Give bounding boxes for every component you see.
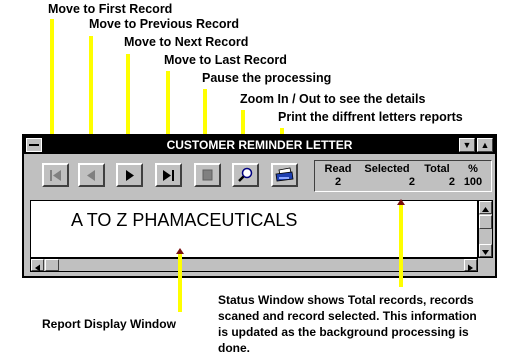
callout-zoom: Zoom In / Out to see the details bbox=[240, 92, 426, 106]
system-menu-icon[interactable] bbox=[26, 138, 42, 152]
status-total: Total 2 bbox=[419, 163, 455, 189]
up-arrow-icon bbox=[482, 207, 489, 212]
print-button[interactable] bbox=[271, 163, 298, 187]
first-record-button[interactable] bbox=[42, 163, 69, 187]
pause-button[interactable] bbox=[194, 163, 221, 187]
skip-last-icon bbox=[163, 170, 174, 181]
callout-next-record: Move to Next Record bbox=[124, 35, 249, 49]
printer-icon bbox=[275, 167, 294, 182]
scroll-down-button[interactable] bbox=[479, 244, 492, 257]
next-icon bbox=[126, 170, 134, 181]
status-description-line-3: is updated as the background processing … bbox=[218, 325, 469, 339]
scroll-right-button[interactable] bbox=[464, 259, 477, 272]
scroll-left-button[interactable] bbox=[31, 259, 44, 272]
status-total-value: 2 bbox=[448, 176, 455, 188]
status-window-description: Status Window shows Total records, recor… bbox=[218, 292, 477, 356]
callout-first-record: Move to First Record bbox=[48, 2, 173, 16]
callout-previous-record: Move to Previous Record bbox=[89, 17, 240, 31]
callout-line-status bbox=[399, 205, 403, 287]
navigation-toolbar bbox=[28, 158, 309, 194]
status-total-label: Total bbox=[424, 163, 450, 175]
status-read-value: 2 bbox=[334, 176, 342, 188]
status-description-line-2: scaned and record selected. This informa… bbox=[218, 309, 477, 323]
stop-icon bbox=[202, 169, 213, 181]
callout-print: Print the diffrent letters reports bbox=[278, 110, 463, 124]
callout-line-report bbox=[178, 254, 182, 312]
magnifier-icon bbox=[238, 167, 253, 182]
status-selected-label: Selected bbox=[364, 163, 410, 175]
status-window: Read 2 Selected 2 Total 2 % 100 bbox=[314, 160, 492, 192]
report-display: A TO Z PHAMACEUTICALS bbox=[30, 200, 478, 258]
status-description-line-4: done. bbox=[218, 341, 250, 355]
window-title: CUSTOMER REMINDER LETTER bbox=[166, 138, 353, 152]
status-percent-label: % bbox=[468, 163, 478, 175]
callout-last-record: Move to Last Record bbox=[164, 53, 287, 67]
status-description-line-1: Status Window shows Total records, recor… bbox=[218, 293, 474, 307]
report-window-label: Report Display Window bbox=[42, 317, 176, 331]
vertical-scroll-thumb[interactable] bbox=[479, 215, 492, 229]
previous-icon bbox=[87, 170, 95, 181]
zoom-button[interactable] bbox=[232, 163, 259, 187]
status-selected-value: 2 bbox=[408, 176, 415, 188]
horizontal-scroll-thumb[interactable] bbox=[45, 259, 59, 271]
minimize-button[interactable]: ▼ bbox=[459, 138, 475, 152]
right-arrow-icon bbox=[468, 264, 473, 272]
skip-first-icon bbox=[50, 170, 61, 181]
horizontal-scrollbar[interactable] bbox=[30, 258, 478, 272]
report-heading: A TO Z PHAMACEUTICALS bbox=[71, 210, 298, 230]
left-arrow-icon bbox=[35, 264, 40, 272]
scroll-corner bbox=[478, 258, 493, 272]
customer-reminder-window: CUSTOMER REMINDER LETTER ▼ ▲ Read 2 Sele… bbox=[22, 134, 497, 278]
last-record-button[interactable] bbox=[155, 163, 182, 187]
scroll-up-button[interactable] bbox=[479, 201, 492, 214]
status-read: Read 2 bbox=[321, 163, 355, 189]
title-bar: CUSTOMER REMINDER LETTER ▼ ▲ bbox=[24, 136, 495, 154]
maximize-button[interactable]: ▲ bbox=[477, 138, 493, 152]
status-percent: % 100 bbox=[459, 163, 487, 189]
callout-pause: Pause the processing bbox=[202, 71, 332, 85]
status-read-label: Read bbox=[324, 163, 352, 175]
status-percent-value: 100 bbox=[463, 176, 483, 188]
vertical-scrollbar[interactable] bbox=[478, 200, 493, 258]
down-arrow-icon bbox=[482, 250, 489, 255]
next-record-button[interactable] bbox=[116, 163, 143, 187]
status-selected: Selected 2 bbox=[359, 163, 415, 189]
previous-record-button[interactable] bbox=[78, 163, 105, 187]
